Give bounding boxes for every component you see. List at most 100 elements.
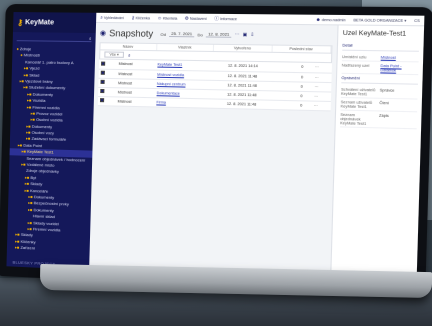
content: ◉ Snapshoty Od 25. 7. 2021 Do 12. 8. 202… [89,23,425,286]
checkbox-icon [100,79,105,84]
detail-value[interactable]: Data Point - Datablok [380,63,418,72]
to-date-input[interactable]: 12. 8. 2021 [205,31,232,38]
column-header-state[interactable]: Poslední stav [272,45,332,53]
row-name-link[interactable]: Firma [154,97,225,108]
checkbox-icon [101,61,106,66]
sidebar: ⚷ KeyMate ⌕ ● Zdroje ● Místnosti Kancelář 1.… [6,12,97,271]
detail-key: Seznam uživatelů KeyMate Test1 [340,99,373,109]
row-checkbox[interactable] [98,77,117,88]
gear-icon: ⚙ [184,15,189,21]
sidebar-tree-label: Firemní vozidla [32,226,61,233]
user-menu[interactable]: ☻ demo.nadmin [316,17,346,23]
toolbar-label: Klíčenka [135,15,151,20]
type-filter-select[interactable]: Vše ▾ [104,51,125,58]
toolbar-item-info[interactable]: ⓘ Informace [214,15,237,21]
detail-key: Umístění uzlu [342,54,367,59]
user-icon: ☻ [315,16,321,23]
filter-value: Vše [109,52,116,57]
detail-key: Seznam objednávek KeyMate Test1 [340,112,367,126]
row-checkbox[interactable] [98,86,116,97]
row-type: Místnost [115,96,155,107]
row-menu-icon[interactable]: ⋯ [312,72,332,83]
toolbar-item-settings[interactable]: ⚙ Nastavení [185,15,207,21]
detail-value: Správce [379,87,395,93]
from-date-input[interactable]: 25. 7. 2021 [169,30,195,38]
search-icon[interactable]: ⌕ [128,52,131,57]
resource-tree: ● Zdroje ● Místnosti Kancelář 1. patro budov… [7,44,96,256]
search-icon: ⌕ [100,14,103,20]
column-header-created[interactable]: Vytvořeno [213,44,273,52]
app-window: ⚷ KeyMate ⌕ ● Zdroje ● Místnosti Kancelář 1.… [6,12,425,286]
row-state: 0 [298,72,313,82]
toolbar-label: Klientela [162,15,178,21]
row-state: 0 [298,62,314,73]
checkbox-icon [99,98,105,103]
sidebar-search[interactable]: ⌕ [16,35,92,43]
row-state: 0 [297,100,312,110]
detail-rows: Umístění uzlu Místnost Nadřazený uzel Data … [341,52,419,76]
detail-value: Zápis [378,113,389,118]
detail-value[interactable]: Místnost [381,55,419,60]
users-icon: ☺ [157,15,162,21]
from-label: Od [160,31,167,37]
snapshots-panel: ◉ Snapshoty Od 25. 7. 2021 Do 12. 8. 202… [89,23,337,282]
app-logo[interactable]: ⚷ KeyMate [12,12,97,34]
row-checkbox[interactable] [97,96,116,106]
info-icon: ⓘ [214,15,220,21]
detail-value: Čtení [379,100,390,105]
detail-key: Nadřazený uzel [341,62,370,68]
toolbar-item-search[interactable]: ⌕ Vyhledávání [100,15,124,20]
more-icon[interactable]: ⋯ [235,32,240,38]
key-icon: ⚷ [17,17,24,27]
laptop-screen: ⚷ KeyMate ⌕ ● Zdroje ● Místnosti Kancelář 1.… [0,3,432,297]
language-selector[interactable]: CS [414,18,420,22]
title-row: ◉ Snapshoty Od 25. 7. 2021 Do 12. 8. 202… [100,26,333,43]
language-code: CS [414,18,420,23]
chevron-down-icon: ▾ [116,52,119,57]
key-icon: ⚷ [131,14,135,20]
detail-key: Schválení uživatelů KeyMate Test1 [340,86,376,96]
toolbar-label: Nastavení [189,16,208,21]
toolbar-label: Vyhledávání [103,15,125,20]
column-header-name[interactable]: Název [100,43,157,51]
row-checkbox[interactable] [98,68,117,79]
permission-rows: Schválení uživatelů KeyMate Test1 Správce… [340,85,418,130]
user-name: demo.nadmin [321,17,346,22]
toolbar-item-clients[interactable]: ☺ Klientela [157,15,177,20]
row-checkbox[interactable] [98,59,117,69]
folder-icon: ▸■ [21,148,27,154]
bullet-icon: ● [20,52,23,58]
to-label: Do [197,31,203,37]
checkbox-icon [100,88,105,94]
brand-name: KeyMate [25,18,55,27]
row-state: 0 [298,90,313,101]
snapshot-icon: ◉ [99,30,107,38]
org-selector[interactable]: BETA GOLD ORGANIZACE ▾ [353,18,406,23]
toolbar-label: Informace [220,16,238,21]
permissions-section-header[interactable]: Oprávnění [341,73,419,85]
search-icon: ⌕ [88,36,92,42]
checkbox-icon [100,70,105,75]
detail-title: Uzel KeyMate-Test1 [342,29,407,38]
detail-section-header[interactable]: Detail [342,41,420,52]
bullet-icon: ● [16,46,19,52]
row-menu-icon[interactable]: ⋯ [312,81,332,92]
row-menu-icon[interactable]: ⋯ [311,91,332,101]
row-menu-icon[interactable]: ⋯ [311,100,331,111]
save-icon[interactable]: ▣ [243,32,248,38]
chevron-down-icon: ▾ [404,18,407,23]
snapshots-table: Místnost KeyMate Test1 12. 8. 2021 14:14 0 ⋯… [97,59,333,111]
toolbar-item-keychain[interactable]: ⚷ Klíčenka [131,15,150,21]
org-name: BETA GOLD ORGANIZACE [353,17,404,23]
row-menu-icon[interactable]: ⋯ [312,62,333,73]
column-header-owner[interactable]: Vlastník [156,44,215,51]
row-state: 0 [298,81,313,92]
detail-panel: Uzel KeyMate-Test1 Detail Umístění uzlu M… [330,25,425,286]
folder-icon: ▸■ [14,244,20,250]
folder-icon: ▸■ [21,161,26,167]
row-date: 12. 8. 2021 11:48 [224,98,299,110]
export-icon[interactable]: ⇩ [250,32,254,38]
page-title: Snapshoty [109,28,154,39]
sidebar-tree-label: Zařízení [20,244,36,251]
